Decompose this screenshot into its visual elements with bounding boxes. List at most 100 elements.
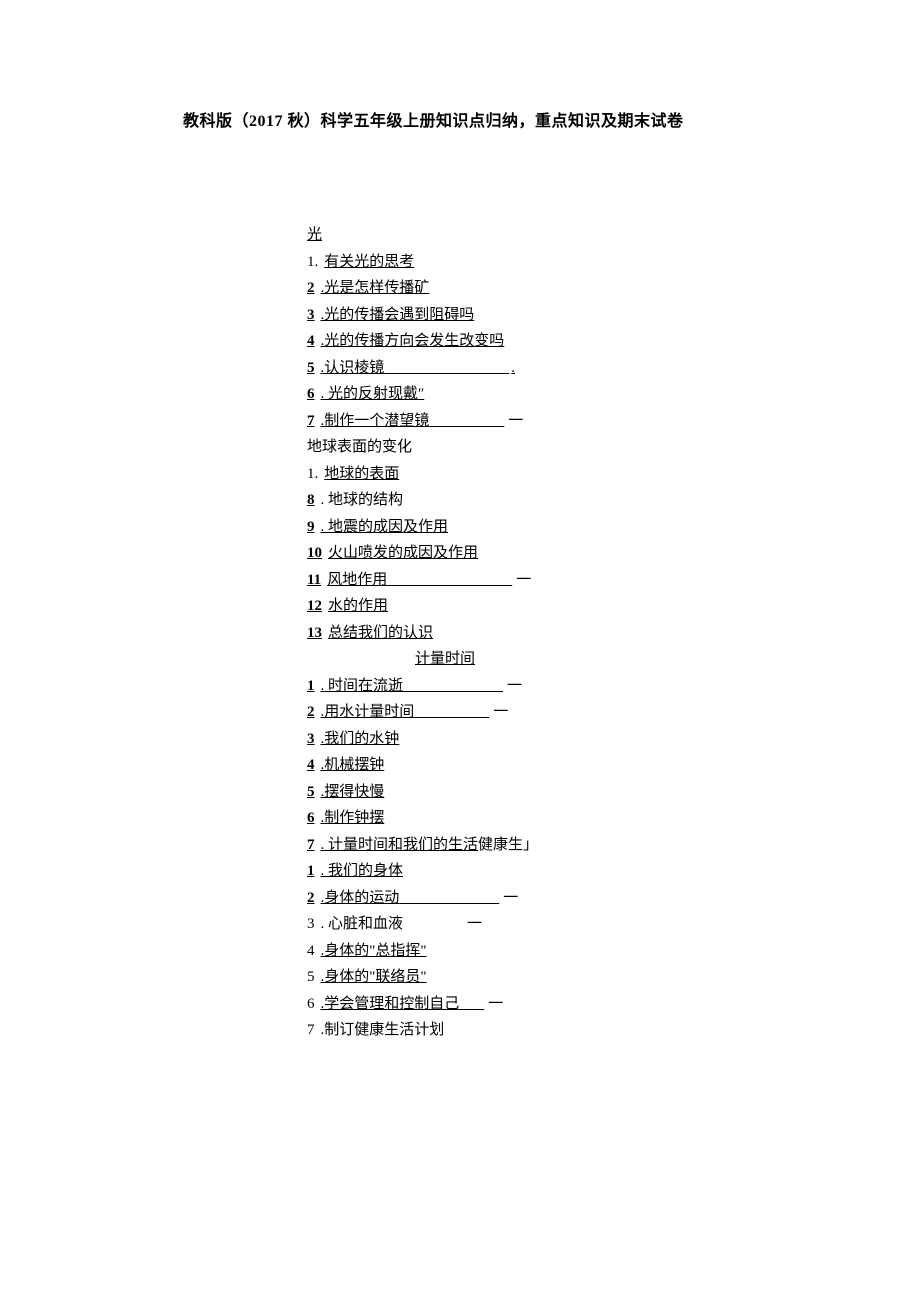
entry-number: 13 [307, 620, 322, 647]
toc-entry: 7 . 计量时间和我们的生活健康生」 [307, 832, 538, 859]
entry-text: . 地震的成因及作用 [321, 514, 449, 541]
entry-number: 5 [307, 355, 315, 382]
toc-entry: 4 .身体的"总指挥" [307, 938, 538, 965]
entry-number: 7 [307, 832, 315, 859]
toc-entry: 9 . 地震的成因及作用 [307, 514, 538, 541]
trailing-dash: 一 [488, 991, 503, 1018]
toc-entry: 1. 有关光的思考 [307, 249, 538, 276]
entry-text: 有关光的思考 [324, 249, 414, 276]
entry-number: 6 [307, 991, 315, 1018]
toc-entry: 2 .用水计量时间 一 [307, 699, 538, 726]
entry-text: .认识棱镜 [321, 355, 385, 382]
toc-entry: 5 .认识棱镜 . [307, 355, 538, 382]
entry-text: .光的传播方向会发生改变吗 [321, 328, 505, 355]
entry-text: .光的传播会遇到阻碍吗 [321, 302, 475, 329]
entry-text: . 心脏和血液 [321, 911, 404, 938]
toc-entry: 1. 地球的表面 [307, 461, 538, 488]
toc-entry: 10 火山喷发的成因及作用 [307, 540, 538, 567]
unit3-header-text: 计量时间 [415, 646, 475, 673]
toc-entry: 1 . 我们的身体 [307, 858, 538, 885]
entry-append: 健康生」 [478, 832, 538, 859]
entry-text: .光是怎样传播矿 [321, 275, 430, 302]
trailing-blank [429, 408, 504, 435]
entry-number: 5 [307, 779, 315, 806]
unit2-header: 地球表面的变化 [307, 434, 538, 461]
entry-number: 6 [307, 805, 315, 832]
entry-text: .机械摆钟 [321, 752, 385, 779]
entry-number: 6 [307, 381, 315, 408]
entry-text: .用水计量时间 [321, 699, 415, 726]
toc-entry: 7 .制订健康生活计划 [307, 1017, 538, 1044]
unit1-header-text: 光 [307, 222, 322, 249]
unit1-header: 光 [307, 222, 538, 249]
toc-entry: 8 . 地球的结构 [307, 487, 538, 514]
toc-entry: 1 . 时间在流逝 一 [307, 673, 538, 700]
page-title: 教科版（2017 秋）科学五年级上册知识点归纳，重点知识及期末试卷 [183, 107, 684, 131]
trailing-dash: 一 [467, 911, 482, 938]
toc-entry: 4 .机械摆钟 [307, 752, 538, 779]
entry-number: 5 [307, 964, 315, 991]
toc-entry: 4 .光的传播方向会发生改变吗 [307, 328, 538, 355]
toc-entry: 6 .学会管理和控制自己 一 [307, 991, 538, 1018]
trailing-dash: 一 [493, 699, 508, 726]
entry-text: .身体的运动 [321, 885, 400, 912]
toc-entry: 3 . 心脏和血液 一 [307, 911, 538, 938]
entry-text: 总结我们的认识 [328, 620, 433, 647]
trailing-dash: 一 [503, 885, 518, 912]
toc-entry: 6 .制作钟摆 [307, 805, 538, 832]
toc-entry: 5 .身体的"联络员" [307, 964, 538, 991]
entry-number: 7 [307, 1017, 315, 1044]
entry-text: . 时间在流逝 [321, 673, 404, 700]
table-of-contents: 光 1. 有关光的思考 2 .光是怎样传播矿 3 .光的传播会遇到阻碍吗 4 .… [307, 222, 538, 1044]
toc-entry: 3 .我们的水钟 [307, 726, 538, 753]
entry-text: .制作钟摆 [321, 805, 385, 832]
trailing-dash: 一 [508, 408, 523, 435]
trailing-blank [459, 991, 484, 1018]
entry-text: . 地球的结构 [321, 487, 404, 514]
entry-number: 1. [307, 249, 318, 276]
entry-text: . 计量时间和我们的生活 [321, 832, 479, 859]
entry-number: 8 [307, 487, 315, 514]
trailing-blank [403, 911, 463, 938]
entry-number: 7 [307, 408, 315, 435]
toc-entry: 2 .光是怎样传播矿 [307, 275, 538, 302]
trailing-dash: 一 [507, 673, 522, 700]
toc-entry: 11 风地作用 一 [307, 567, 538, 594]
entry-text: .我们的水钟 [321, 726, 400, 753]
trailing-dash: 一 [516, 567, 531, 594]
toc-entry: 6 . 光的反射现戴″ [307, 381, 538, 408]
entry-text: .身体的"总指挥" [321, 938, 427, 965]
trailing-blank [399, 885, 499, 912]
entry-number: 4 [307, 752, 315, 779]
entry-text: .制订健康生活计划 [321, 1017, 445, 1044]
entry-text: . 我们的身体 [321, 858, 404, 885]
entry-number: 2 [307, 885, 315, 912]
trailing-blank [384, 355, 509, 382]
entry-number: 9 [307, 514, 315, 541]
entry-number: 12 [307, 593, 322, 620]
entry-text: 火山喷发的成因及作用 [328, 540, 478, 567]
trailing-dot: . [509, 355, 515, 382]
entry-number: 1 [307, 673, 315, 700]
entry-text: .摆得快慢 [321, 779, 385, 806]
unit3-header: 计量时间 [307, 646, 538, 673]
unit2-header-text: 地球表面的变化 [307, 434, 412, 461]
entry-number: 3 [307, 302, 315, 329]
entry-number: 3 [307, 726, 315, 753]
toc-entry: 12 水的作用 [307, 593, 538, 620]
trailing-blank [387, 567, 512, 594]
entry-number: 4 [307, 938, 315, 965]
entry-text: .学会管理和控制自己 [321, 991, 460, 1018]
toc-entry: 13 总结我们的认识 [307, 620, 538, 647]
entry-number: 1 [307, 858, 315, 885]
entry-number: 1. [307, 461, 318, 488]
entry-text: 水的作用 [328, 593, 388, 620]
entry-number: 4 [307, 328, 315, 355]
entry-number: 11 [307, 567, 321, 594]
toc-entry: 2 .身体的运动 一 [307, 885, 538, 912]
entry-number: 3 [307, 911, 315, 938]
entry-number: 2 [307, 275, 315, 302]
toc-entry: 3 .光的传播会遇到阻碍吗 [307, 302, 538, 329]
entry-text: .制作一个潜望镜 [321, 408, 430, 435]
entry-text: 地球的表面 [324, 461, 399, 488]
